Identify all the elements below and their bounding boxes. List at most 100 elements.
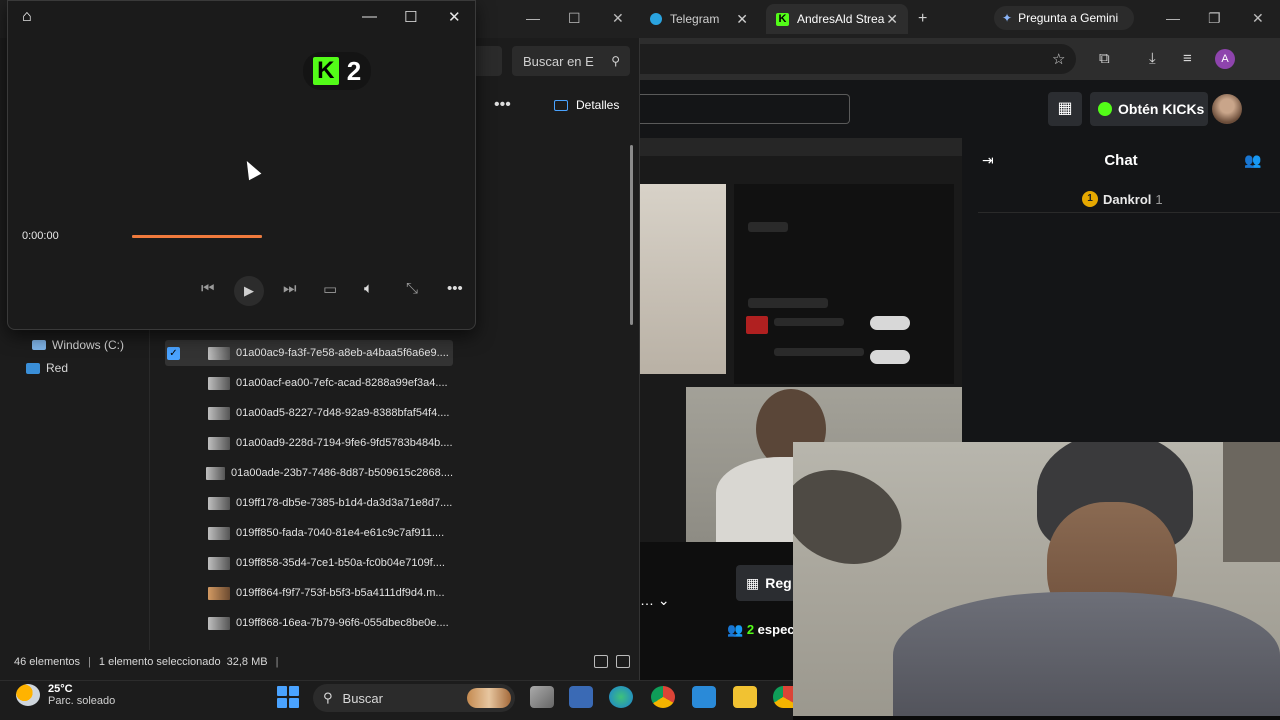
weather-condition: Parc. soleado	[48, 695, 116, 707]
list-item[interactable]: 019ff864-f9f7-753f-b5f3-b5a4111df9d4.m..…	[165, 580, 453, 606]
viewers-label: espec	[757, 622, 795, 637]
start-button[interactable]	[277, 686, 299, 708]
more-options-icon[interactable]: •••	[494, 96, 511, 114]
task-view-icon[interactable]	[530, 686, 554, 708]
list-item[interactable]: 019ff178-db5e-7385-b1d4-da3d3a71e8d7....	[165, 490, 453, 516]
play-button[interactable]: ▶	[234, 276, 264, 306]
register-button[interactable]: ▦ Reg	[736, 565, 796, 601]
user-avatar[interactable]	[1212, 94, 1242, 124]
partly-sunny-icon	[16, 684, 40, 706]
tab-kick-stream[interactable]: K AndresAld Strea ✕	[766, 4, 908, 34]
video-thumbnail	[208, 376, 230, 390]
kick-menu-icon[interactable]: ▦	[1048, 92, 1082, 126]
playback-time: 0:00:00	[22, 230, 59, 242]
video-thumbnail	[208, 556, 230, 570]
list-item[interactable]: 019ff858-35d4-7ce1-b50a-fc0b04e7109f....	[165, 550, 453, 576]
checkbox[interactable]	[167, 587, 180, 600]
list-item[interactable]: 01a00ad5-8227-7d48-92a9-8388bfaf54f4....	[165, 400, 453, 426]
chat-users-icon[interactable]: 👥	[1244, 152, 1261, 169]
checkbox[interactable]	[167, 467, 178, 480]
checkbox[interactable]	[167, 557, 180, 570]
close-icon[interactable]: ✕	[448, 8, 461, 26]
minimize-icon[interactable]: —	[362, 8, 377, 25]
close-tab-icon[interactable]: ✕	[736, 11, 748, 28]
checkbox[interactable]	[167, 437, 180, 450]
checkbox-checked-icon[interactable]: ✓	[167, 346, 180, 360]
file-explorer-icon[interactable]	[733, 686, 757, 708]
captured-webcam-figure	[640, 184, 726, 374]
home-icon[interactable]: ⌂	[22, 8, 32, 26]
weather-widget[interactable]: 25°C Parc. soleado	[16, 683, 115, 707]
chrome-icon[interactable]	[651, 686, 675, 708]
tab-telegram[interactable]: Telegram ✕	[640, 4, 758, 34]
edge-icon[interactable]	[609, 686, 633, 708]
list-item[interactable]: 01a00ad9-228d-7194-9fe6-9fd5783b484b....	[165, 430, 453, 456]
next-icon[interactable]: ⏭	[283, 280, 297, 297]
list-item[interactable]: ✓ 01a00ac9-fa3f-7e58-a8eb-a4baa5f6a6e9..…	[165, 340, 453, 366]
tiles-view-icon[interactable]	[616, 655, 630, 668]
extensions-icon[interactable]: ⧉	[1099, 50, 1110, 67]
kick-search-input[interactable]	[640, 94, 850, 124]
explorer-close-icon[interactable]: ✕	[612, 10, 624, 27]
nav-item-network[interactable]: Red	[26, 361, 68, 375]
file-name: 01a00ade-23b7-7486-8d87-b509615c2868....	[230, 467, 453, 479]
list-item[interactable]: 01a00ade-23b7-7486-8d87-b509615c2868....	[165, 460, 453, 486]
chrome-icon[interactable]	[773, 686, 793, 708]
download-icon[interactable]: ⤓	[1149, 50, 1156, 67]
video-thumbnail	[208, 406, 230, 420]
divider	[978, 212, 1280, 213]
restore-icon[interactable]: ❐	[1208, 10, 1221, 27]
stream-info-area	[640, 542, 793, 680]
profile-avatar[interactable]: A	[1215, 49, 1235, 69]
more-chevron-icon[interactable]: … ⌄	[640, 592, 670, 609]
microsoft-store-icon[interactable]	[569, 686, 593, 708]
nav-item-windows-c[interactable]: Windows (C:)	[32, 338, 124, 352]
list-item[interactable]: 01a00acf-ea00-7efc-acad-8288a99ef3a4....	[165, 370, 453, 396]
details-view-icon[interactable]	[594, 655, 608, 668]
network-icon	[26, 362, 40, 374]
checkbox[interactable]	[167, 377, 180, 390]
list-item[interactable]: 019ff868-16ea-7b79-96f6-055dbec8be0e....	[165, 610, 453, 636]
video-thumbnail	[208, 346, 230, 360]
media-control-icon[interactable]: ≡	[1183, 50, 1192, 67]
video-thumbnail	[208, 496, 230, 510]
new-tab-icon[interactable]: +	[918, 10, 927, 28]
kick-icon: K	[776, 12, 789, 26]
get-kicks-button[interactable]: Obtén KICKs	[1090, 92, 1208, 126]
close-icon[interactable]: ✕	[1252, 10, 1264, 27]
search-icon: ⚲	[611, 54, 620, 68]
address-bar[interactable]	[476, 46, 502, 76]
chat-panel	[962, 138, 1280, 442]
captured-page	[734, 184, 954, 384]
maximize-icon[interactable]: ☐	[404, 8, 417, 26]
chat-username[interactable]: Dankrol	[1103, 192, 1151, 207]
subtitles-icon[interactable]: ▭	[323, 280, 337, 298]
bookmark-star-icon[interactable]: ☆	[1052, 50, 1065, 68]
explorer-search-input[interactable]: Buscar en E ⚲	[512, 46, 630, 76]
more-icon[interactable]: •••	[447, 280, 463, 297]
taskbar-search[interactable]: ⚲ Buscar	[313, 684, 515, 712]
checkbox[interactable]	[167, 617, 180, 630]
item-count: 46 elementos	[14, 656, 81, 668]
volume-icon[interactable]: 🔈︎	[364, 280, 373, 297]
details-button[interactable]: Detalles	[554, 98, 619, 112]
subscriber-badge-icon: 1	[1082, 191, 1098, 207]
explorer-minimize-icon[interactable]: —	[526, 10, 540, 26]
previous-icon[interactable]: ⏮	[201, 280, 215, 297]
checkbox[interactable]	[167, 527, 180, 540]
checkbox[interactable]	[167, 407, 180, 420]
vscode-icon[interactable]	[692, 686, 716, 708]
gemini-button[interactable]: ✦ Pregunta a Gemini	[994, 6, 1134, 30]
close-tab-icon[interactable]: ✕	[886, 11, 898, 28]
miniplayer-icon[interactable]: ⤡	[406, 280, 418, 297]
explorer-maximize-icon[interactable]: ☐	[568, 10, 581, 27]
search-icon: ⚲	[323, 690, 333, 705]
checkbox[interactable]	[167, 497, 180, 510]
minimize-icon[interactable]: —	[1166, 10, 1180, 26]
list-item[interactable]: 019ff850-fada-7040-81e4-e61c9c7af911....	[165, 520, 453, 546]
file-name: 019ff178-db5e-7385-b1d4-da3d3a71e8d7....	[236, 497, 453, 509]
viewers-number: 2	[746, 622, 755, 637]
scrollbar[interactable]	[630, 145, 633, 325]
file-name: 019ff864-f9f7-753f-b5f3-b5a4111df9d4.m..…	[236, 587, 445, 599]
address-bar[interactable]	[640, 44, 1076, 74]
